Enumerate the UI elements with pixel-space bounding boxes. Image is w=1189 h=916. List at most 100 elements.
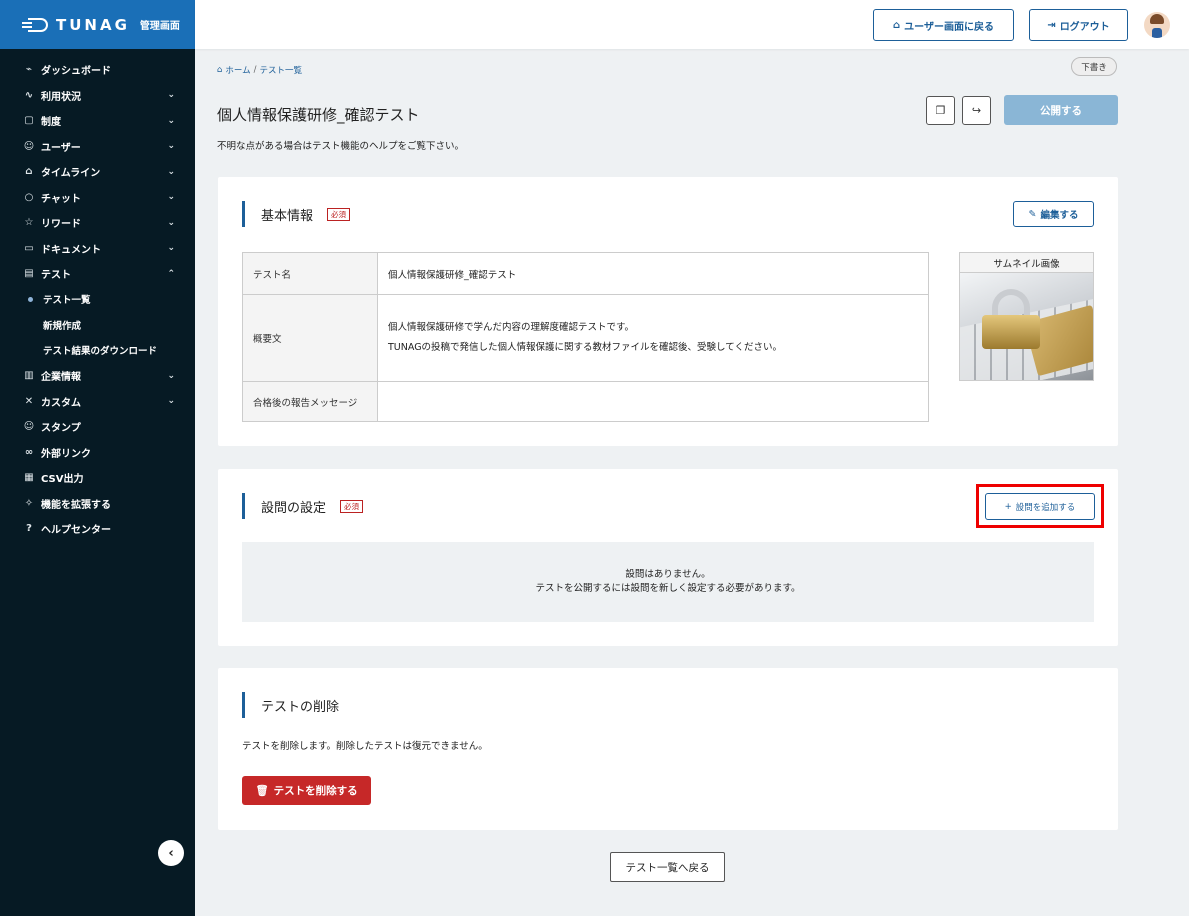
sidebar-subitem[interactable]: テスト結果のダウンロード: [0, 338, 195, 364]
sidebar-item-users[interactable]: ☺ ユーザー ⌄: [0, 134, 195, 160]
sidebar-item-chart-line[interactable]: ⌁ ダッシュボード: [0, 57, 195, 83]
sidebar-item-label: タイムライン: [41, 168, 101, 180]
help-icon: ?: [26, 523, 32, 535]
pass-message-label: 合格後の報告メッセージ: [242, 381, 378, 422]
breadcrumb: ⌂ ホーム / テスト一覧: [217, 64, 302, 76]
test-name-value: 個人情報保護研修_確認テスト: [377, 252, 929, 295]
copy-button[interactable]: ❐: [926, 96, 955, 125]
collapse-sidebar-button[interactable]: ‹: [158, 840, 184, 866]
delete-heading: テストの削除: [242, 692, 339, 718]
basic-info-card: 基本情報 必須 ✎ 編集する テスト名 個人情報保護研修_確認テスト 概要文 個…: [218, 177, 1118, 446]
breadcrumb-home-link[interactable]: ホーム: [225, 64, 250, 76]
description-line: 個人情報保護研修で学んだ内容の理解度確認テストです。: [388, 322, 635, 333]
description-label: 概要文: [242, 294, 378, 382]
logout-icon: ⇥: [1047, 19, 1056, 31]
pass-message-value: [377, 381, 929, 422]
home-icon: ⌂: [217, 65, 223, 75]
questions-card: 設問の設定 必須 + 設問を追加する 設問はありません。 テストを公開するには設…: [218, 469, 1118, 646]
chat-icon: ○: [24, 191, 34, 203]
sidebar-item-label: 企業情報: [41, 372, 81, 384]
delete-title: テストの削除: [261, 699, 340, 715]
sidebar-item-folder[interactable]: ▭ ドキュメント ⌄: [0, 236, 195, 262]
sidebar-subitem[interactable]: 新規作成: [0, 312, 195, 338]
publish-button[interactable]: 公開する: [1004, 95, 1118, 125]
thumbnail-image: [960, 273, 1093, 380]
sidebar-item-smile[interactable]: ☺ スタンプ: [0, 414, 195, 440]
sidebar-item-label: テスト: [41, 270, 71, 282]
back-to-user-screen-label: ユーザー画面に戻る: [904, 21, 994, 33]
logout-label: ログアウト: [1059, 21, 1110, 33]
basic-info-heading: 基本情報 必須: [242, 201, 351, 227]
share-button[interactable]: ↪: [962, 96, 991, 125]
thumbnail-label: サムネイル画像: [960, 253, 1093, 273]
sidebar-item-label: ユーザー: [41, 142, 81, 154]
breadcrumb-test-list-link[interactable]: テスト一覧: [260, 64, 303, 76]
admin-label: 管理画面: [139, 21, 180, 32]
back-to-user-screen-button[interactable]: ⌂ ユーザー画面に戻る: [873, 9, 1014, 41]
chevron-down-icon: ⌄: [167, 243, 175, 254]
chevron-up-icon: ⌃: [167, 268, 175, 279]
main-content: ⌂ ホーム / テスト一覧 下書き 個人情報保護研修_確認テスト 不明な点がある…: [195, 49, 1189, 916]
delete-test-button[interactable]: 🗑 テストを削除する: [242, 776, 371, 805]
table-row: テスト名 個人情報保護研修_確認テスト: [242, 252, 929, 295]
share-icon: ↪: [971, 104, 982, 117]
delete-test-label: テストを削除する: [273, 785, 358, 797]
add-question-label: 設問を追加する: [1015, 502, 1076, 513]
required-badge: 必須: [340, 499, 364, 513]
sidebar-item-label: カスタム: [41, 397, 81, 409]
basic-info-table: テスト名 個人情報保護研修_確認テスト 概要文 個人情報保護研修で学んだ内容の理…: [242, 252, 929, 422]
chevron-down-icon: ⌄: [167, 370, 175, 381]
tools-icon: ✕: [24, 395, 34, 407]
sidebar-item-star[interactable]: ☆ リワード ⌄: [0, 210, 195, 236]
questions-heading: 設問の設定 必須: [242, 493, 364, 519]
sidebar-item-label: ドキュメント: [41, 244, 101, 256]
sidebar-subitem[interactable]: テスト一覧: [0, 287, 195, 313]
chevron-down-icon: ⌄: [167, 141, 175, 152]
sidebar-item-chat[interactable]: ○ チャット ⌄: [0, 185, 195, 211]
avatar[interactable]: [1144, 12, 1170, 38]
logout-button[interactable]: ⇥ ログアウト: [1029, 9, 1128, 41]
sidebar-item-label: スタンプ: [41, 423, 81, 435]
sidebar-item-tools[interactable]: ✕ カスタム ⌄: [0, 389, 195, 415]
home-icon: ⌂: [893, 19, 901, 31]
brand-bar[interactable]: TUNAG 管理画面: [0, 0, 195, 49]
building-icon: ▥: [24, 370, 34, 382]
edit-icon: ✎: [1028, 208, 1037, 220]
chevron-left-icon: ‹: [168, 845, 174, 861]
sidebar-item-label: 機能を拡張する: [41, 499, 111, 511]
sidebar-item-activity[interactable]: ∿ 利用状況 ⌄: [0, 83, 195, 109]
description-line: TUNAGの投稿で発信した個人情報保護に関する教材ファイルを確認後、受験してくだ…: [388, 342, 782, 353]
edit-button[interactable]: ✎ 編集する: [1013, 201, 1094, 227]
home-icon: ⌂: [25, 166, 33, 178]
copy-icon: ❐: [935, 104, 946, 117]
chart-line-icon: ⌁: [25, 64, 33, 76]
status-badge: 下書き: [1071, 57, 1117, 76]
sidebar-item-test[interactable]: ▤ テスト ⌃: [0, 261, 195, 287]
sidebar-item-link[interactable]: ∞ 外部リンク: [0, 440, 195, 466]
csv-icon: ▦: [24, 472, 34, 484]
sidebar-item-label: 利用状況: [41, 91, 81, 103]
add-question-button[interactable]: + 設問を追加する: [985, 493, 1095, 520]
table-row: 概要文 個人情報保護研修で学んだ内容の理解度確認テストです。 TUNAGの投稿で…: [242, 294, 929, 382]
sidebar-item-extension[interactable]: ✧ 機能を拡張する: [0, 491, 195, 517]
star-icon: ☆: [24, 217, 34, 229]
sidebar-item-csv[interactable]: ▦ CSV出力: [0, 465, 195, 491]
test-name-label: テスト名: [242, 252, 378, 295]
sidebar: TUNAG 管理画面 ⌁ ダッシュボード ∿ 利用状況 ⌄ ▢ 制度 ⌄ ☺ ユーザー ⌄ ⌂ タイムラ…: [0, 0, 195, 916]
sidebar-item-label: チャット: [41, 193, 81, 205]
chevron-down-icon: ⌄: [167, 192, 175, 203]
sidebar-item-help[interactable]: ? ヘルプセンター: [0, 516, 195, 542]
sidebar-item-label: 制度: [41, 117, 61, 129]
chevron-down-icon: ⌄: [167, 115, 175, 126]
sidebar-item-building[interactable]: ▥ 企業情報 ⌄: [0, 363, 195, 389]
sidebar-nav: ⌁ ダッシュボード ∿ 利用状況 ⌄ ▢ 制度 ⌄ ☺ ユーザー ⌄ ⌂ タイムライン ⌄ ○ チャット ⌄ ☆ リ…: [0, 49, 195, 542]
empty-questions-message: 設問はありません。 テストを公開するには設問を新しく設定する必要があります。: [242, 542, 1094, 622]
link-icon: ∞: [24, 446, 34, 458]
empty-message-line: テストを公開するには設問を新しく設定する必要があります。: [535, 583, 801, 594]
chevron-down-icon: ⌄: [167, 217, 175, 228]
empty-message-line: 設問はありません。: [625, 569, 711, 580]
book-icon: ▢: [24, 115, 34, 127]
sidebar-item-book[interactable]: ▢ 制度 ⌄: [0, 108, 195, 134]
back-to-list-button[interactable]: テスト一覧へ戻る: [610, 852, 725, 882]
sidebar-item-home[interactable]: ⌂ タイムライン ⌄: [0, 159, 195, 185]
